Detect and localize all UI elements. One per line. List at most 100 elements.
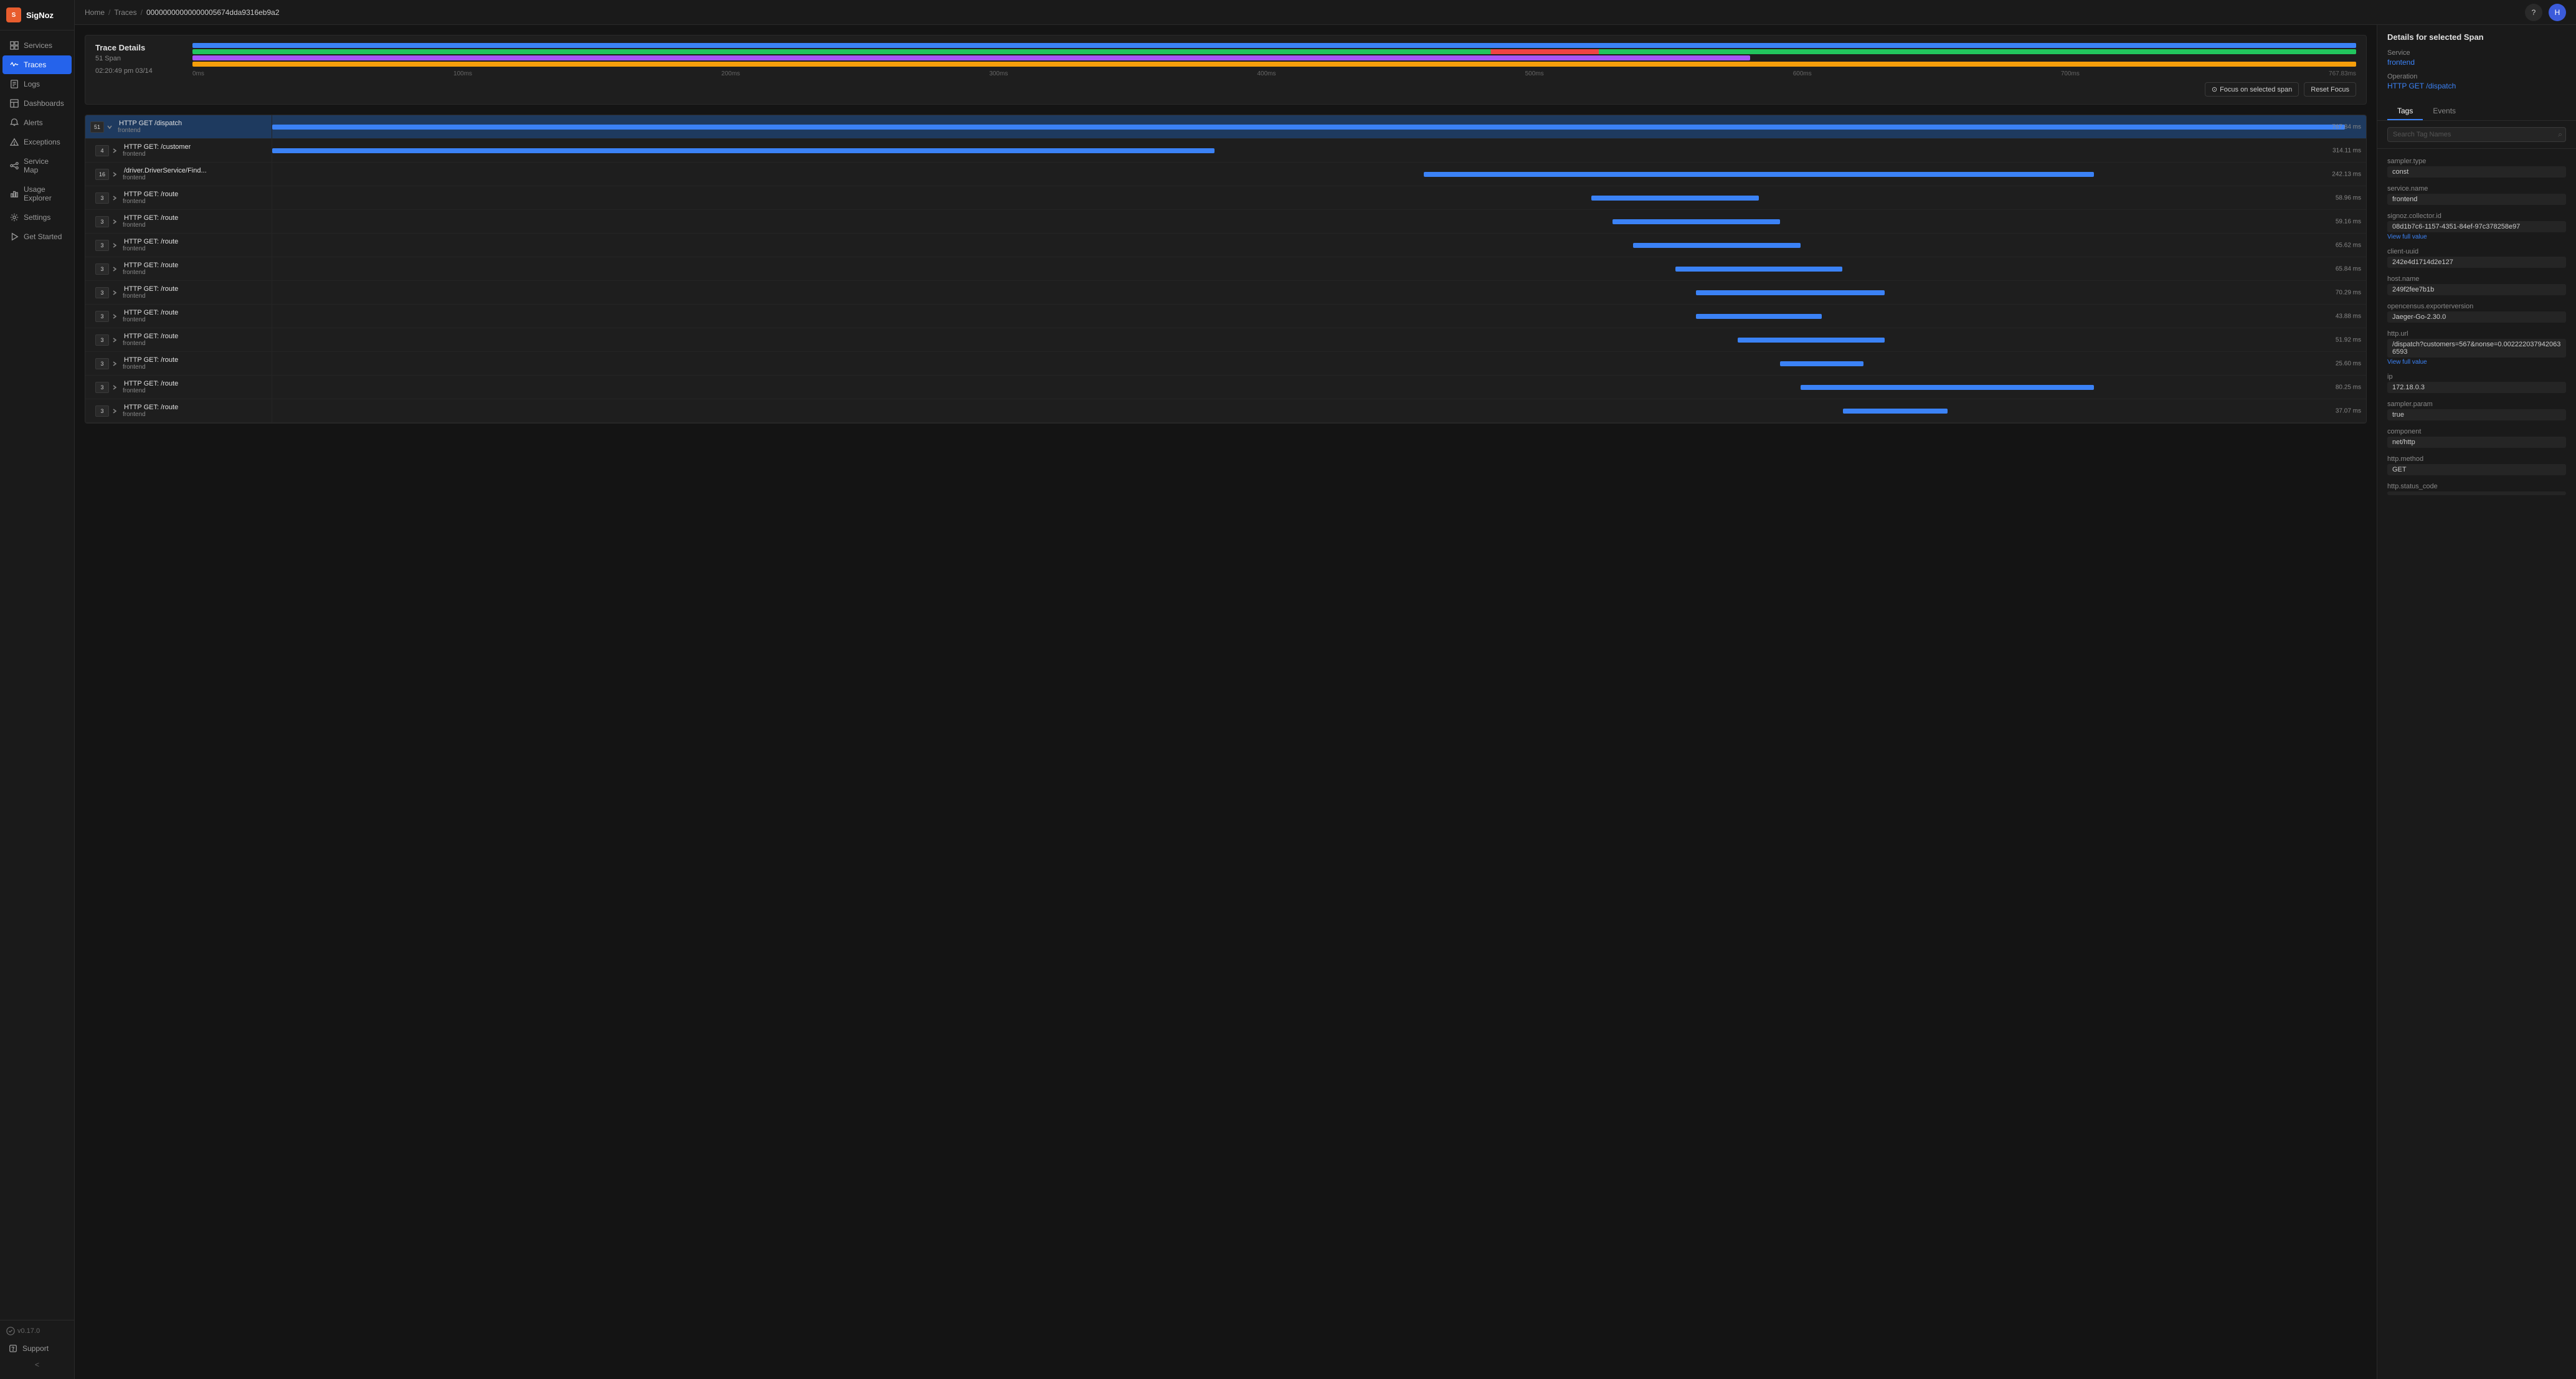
tag-search-input[interactable] [2387,127,2566,142]
support-link[interactable]: Support [6,1340,68,1357]
span-bar-col: 767.84 ms [272,115,2366,138]
span-bar [1843,409,1948,414]
breadcrumb-home[interactable]: Home [85,8,105,17]
trace-title: Trace Details [95,43,182,52]
span-expand-button[interactable]: 3 [95,311,109,322]
help-button[interactable]: ? [2525,4,2542,21]
sidebar-item-usage-explorer[interactable]: Usage Explorer [2,180,72,207]
timeline-bar-2 [192,49,2356,54]
span-row[interactable]: 3 HTTP GET: /route frontend 59.16 ms [85,210,2366,234]
chevron-right-icon [111,219,118,225]
span-name: HTTP GET /dispatch [119,120,182,127]
span-bar [1633,243,1801,248]
sidebar-item-traces[interactable]: Traces [2,55,72,74]
span-expand-button[interactable]: 3 [95,192,109,204]
span-bar [272,148,1215,153]
span-bar-col: 43.88 ms [272,305,2366,328]
content-area: Trace Details 51 Span 02:20:49 pm 03/14 … [75,25,2576,1379]
tag-name: service.name [2387,185,2566,192]
ruler-mark: 600ms [1793,70,1812,77]
sidebar-item-label: Dashboards [24,99,64,108]
span-expand-button[interactable]: 51 [90,121,104,133]
span-expand-button[interactable]: 3 [95,240,109,251]
detail-info: Service frontend Operation HTTP GET /dis… [2387,49,2566,103]
span-label-col: 3 HTTP GET: /route frontend [85,328,272,351]
sidebar-item-services[interactable]: Services [2,36,72,55]
sidebar-item-dashboards[interactable]: Dashboards [2,94,72,113]
span-row[interactable]: 3 HTTP GET: /route frontend 43.88 ms [85,305,2366,328]
span-bar-col: 58.96 ms [272,186,2366,209]
timeline-ruler: 0ms 100ms 200ms 300ms 400ms 500ms 600ms … [192,70,2356,77]
span-row[interactable]: 3 HTTP GET: /route frontend 51.92 ms [85,328,2366,352]
span-expand-button[interactable]: 3 [95,287,109,298]
focus-selected-span-button[interactable]: ⊙ Focus on selected span [2205,82,2299,97]
sidebar-item-alerts[interactable]: Alerts [2,113,72,132]
span-row[interactable]: 51 HTTP GET /dispatch frontend 767.84 ms [85,115,2366,139]
tab-tags[interactable]: Tags [2387,103,2423,120]
span-duration: 242.13 ms [2332,171,2361,178]
reset-focus-button[interactable]: Reset Focus [2304,82,2356,97]
sidebar-item-service-map[interactable]: Service Map [2,152,72,179]
breadcrumb-traces[interactable]: Traces [114,8,136,17]
span-row[interactable]: 3 HTTP GET: /route frontend 70.29 ms [85,281,2366,305]
tag-item-component: component net/http [2377,424,2576,452]
span-row[interactable]: 3 HTTP GET: /route frontend 65.62 ms [85,234,2366,257]
tag-name: client-uuid [2387,248,2566,255]
search-icon: ⌕ [2558,130,2562,140]
span-expand-button[interactable]: 3 [95,263,109,275]
span-row[interactable]: 3 HTTP GET: /route frontend 25.60 ms [85,352,2366,376]
chevron-right-icon [111,266,118,272]
span-bar [1591,196,1759,201]
user-avatar[interactable]: H [2549,4,2566,21]
span-row[interactable]: 16 /driver.DriverService/Find... fronten… [85,163,2366,186]
sidebar-item-logs[interactable]: Logs [2,75,72,93]
timeline-bar-1 [192,43,2356,48]
sidebar-item-exceptions[interactable]: Exceptions [2,133,72,151]
chevron-right-icon [111,242,118,249]
tab-events[interactable]: Events [2423,103,2466,120]
trace-timestamp: 02:20:49 pm 03/14 [95,67,182,75]
span-row[interactable]: 4 HTTP GET: /customer frontend 314.11 ms [85,139,2366,163]
span-expand-button[interactable]: 3 [95,216,109,227]
span-bar-col: 70.29 ms [272,281,2366,304]
collapse-sidebar-button[interactable]: < [6,1357,68,1373]
span-row[interactable]: 3 HTTP GET: /route frontend 80.25 ms [85,376,2366,399]
app-logo[interactable]: S SigNoz [0,0,74,31]
tag-name: host.name [2387,275,2566,283]
span-bar-col: 242.13 ms [272,163,2366,186]
ruler-mark: 500ms [1525,70,1544,77]
span-row[interactable]: 3 HTTP GET: /route frontend 37.07 ms [85,399,2366,423]
chevron-right-icon [111,195,118,201]
timeline-bars [192,43,2356,68]
sidebar-item-settings[interactable]: Settings [2,208,72,227]
span-expand-button[interactable]: 3 [95,405,109,417]
span-row[interactable]: 3 HTTP GET: /route frontend 58.96 ms [85,186,2366,210]
tag-item-exporter-version: opencensus.exporterversion Jaeger-Go-2.3… [2377,299,2576,326]
span-expand-button[interactable]: 3 [95,382,109,393]
span-service: frontend [123,174,207,181]
topbar: Home / Traces / 00000000000000005674dda9… [75,0,2576,25]
sidebar-item-get-started[interactable]: Get Started [2,227,72,246]
bell-icon [10,118,19,127]
span-expand-button[interactable]: 16 [95,169,109,180]
span-expand-button[interactable]: 3 [95,334,109,346]
operation-label: Operation [2387,73,2566,80]
span-service: frontend [123,340,178,347]
timeline-bar-4 [192,62,2356,67]
view-full-value-link[interactable]: View full value [2387,234,2566,240]
span-duration: 65.84 ms [2336,265,2361,272]
view-full-value-link-url[interactable]: View full value [2387,359,2566,366]
chevron-right-icon [111,337,118,343]
right-panel: Details for selected Span Service fronte… [2377,25,2576,1379]
span-row[interactable]: 3 HTTP GET: /route frontend 65.84 ms [85,257,2366,281]
tag-item-sampler-param: sampler.param true [2377,397,2576,424]
check-circle-icon [6,1327,15,1335]
service-label: Service [2387,49,2566,57]
app-name: SigNoz [26,11,54,20]
chevron-down-icon [107,124,113,130]
tag-search-container: ⌕ [2377,121,2576,149]
trace-timeline: 0ms 100ms 200ms 300ms 400ms 500ms 600ms … [192,43,2356,97]
span-expand-button[interactable]: 3 [95,358,109,369]
span-label-col: 3 HTTP GET: /route frontend [85,186,272,209]
span-expand-button[interactable]: 4 [95,145,109,156]
